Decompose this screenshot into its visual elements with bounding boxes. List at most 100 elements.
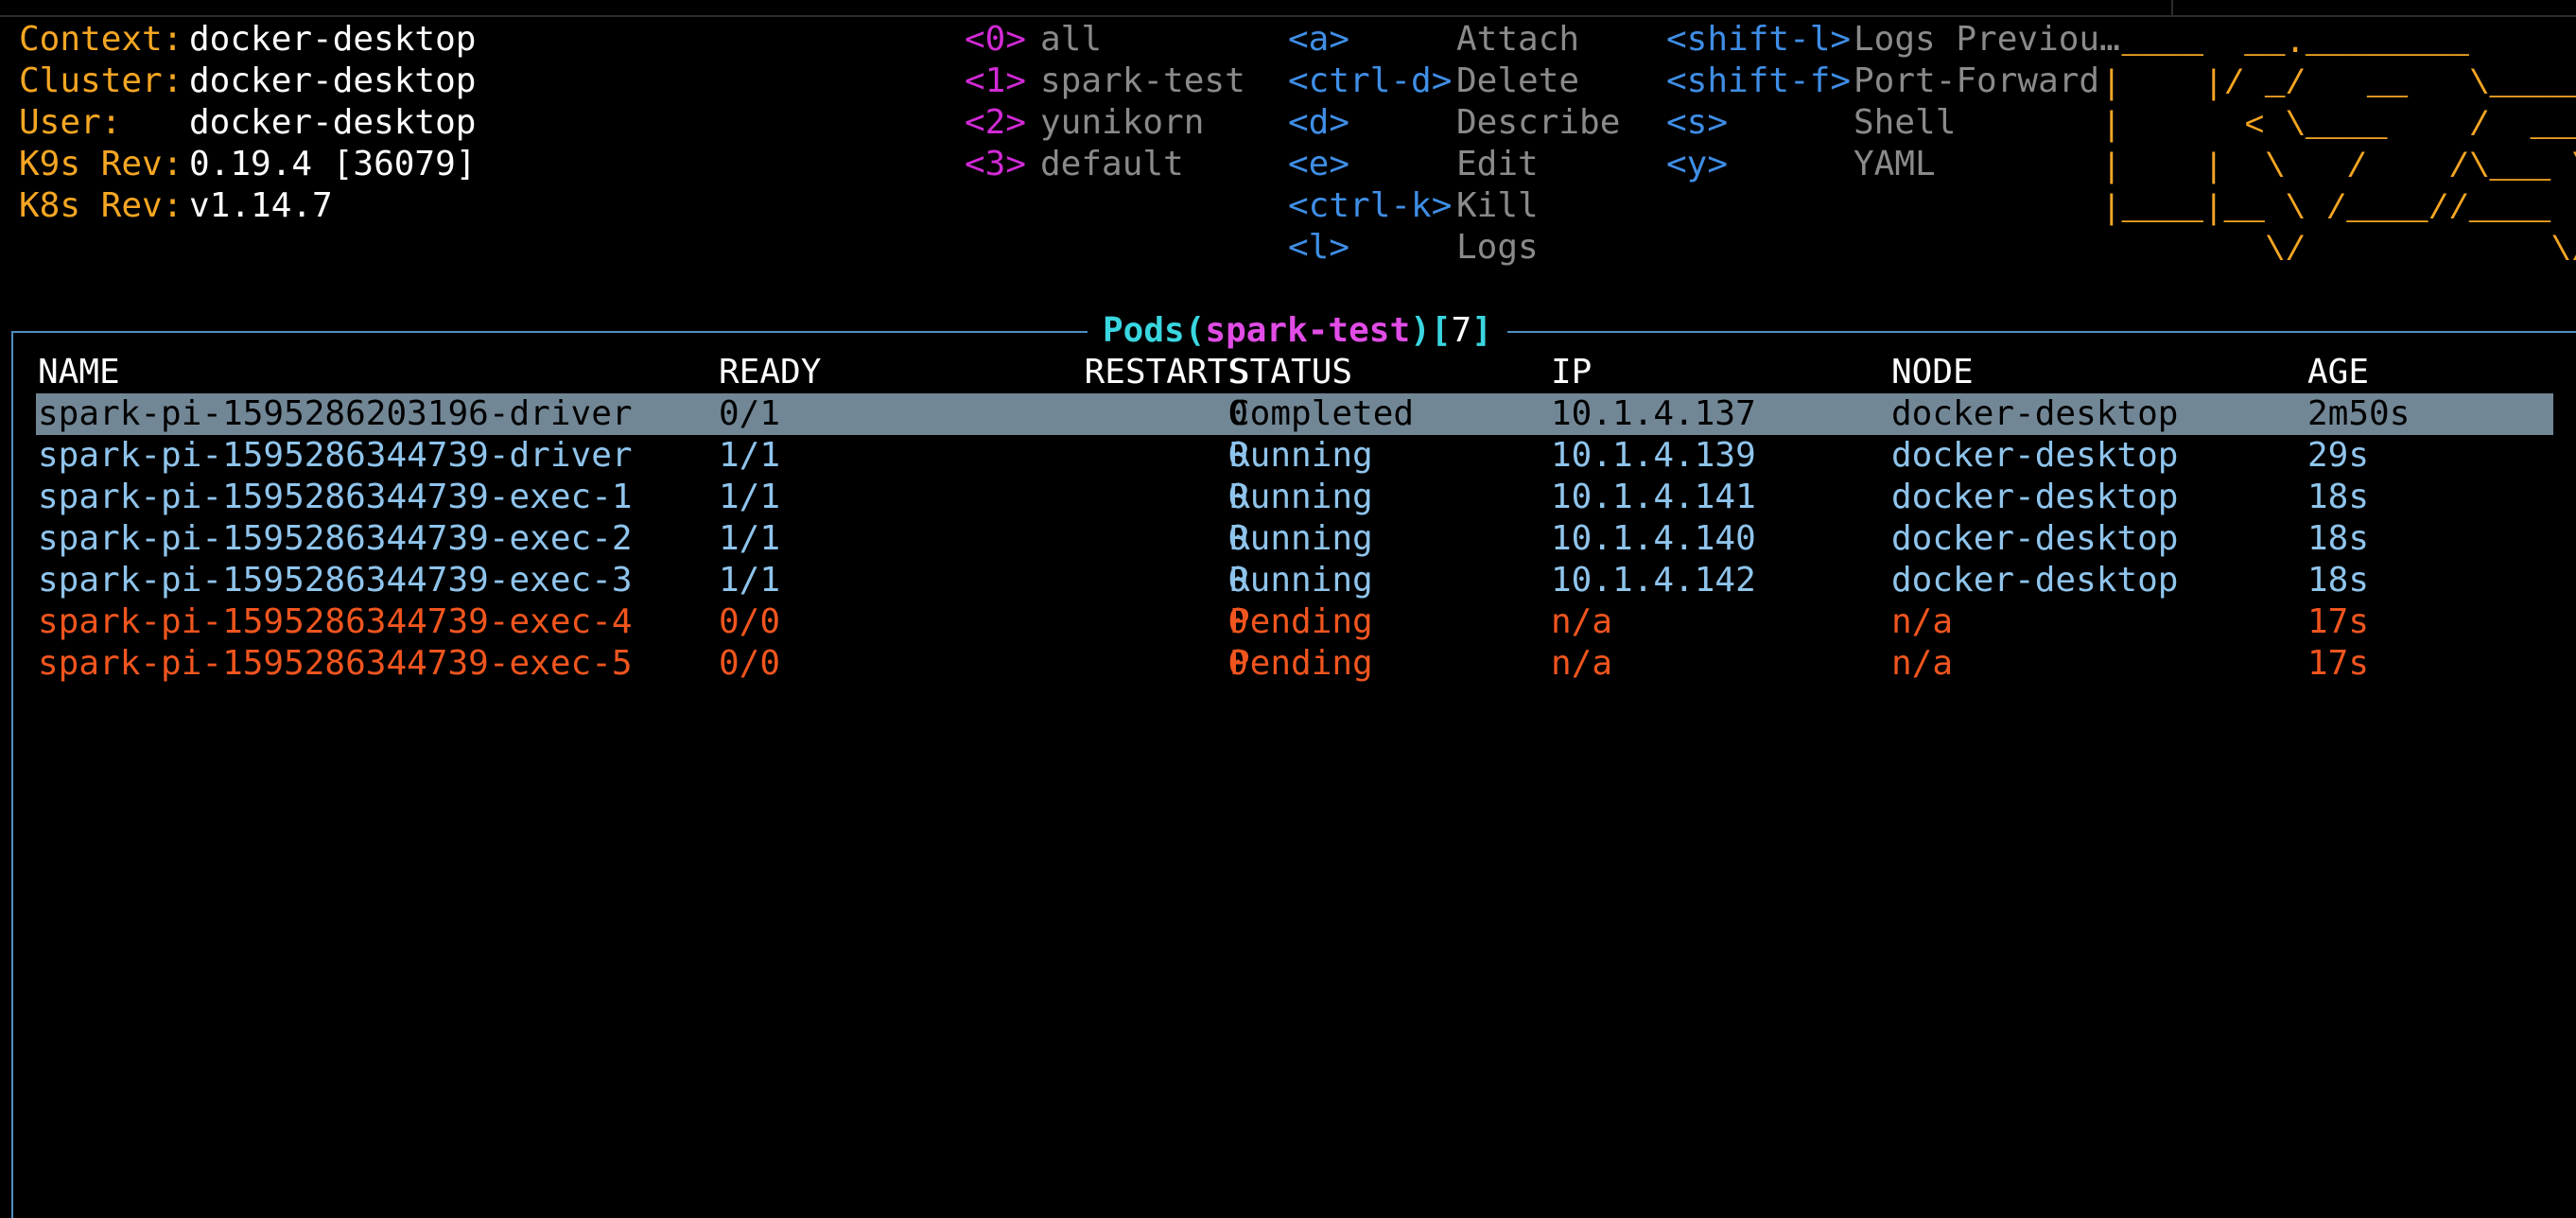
- pod-status: Running: [1229, 478, 1373, 516]
- table-row[interactable]: spark-pi-1595286344739-exec-4 0/0 0 Pending…: [36, 601, 2553, 643]
- pod-age: 29s: [2307, 436, 2370, 475]
- pod-name: spark-pi-1595286344739-driver: [38, 436, 633, 475]
- command-label[interactable]: YAML: [1854, 144, 1936, 185]
- column-header-status[interactable]: STATUS: [1229, 352, 1352, 393]
- panel-title-close-bracket: ]: [1471, 311, 1492, 350]
- command-label[interactable]: Delete: [1456, 61, 1579, 102]
- pod-node: docker-desktop: [1891, 436, 2179, 475]
- pod-restarts: 0: [1227, 436, 1248, 475]
- pod-ip: 10.1.4.141: [1551, 478, 1756, 516]
- cluster-info-value: v1.14.7: [189, 186, 333, 225]
- cluster-info-label: Cluster:: [19, 61, 183, 100]
- command-hotkey[interactable]: <ctrl-d>: [1288, 61, 1452, 102]
- namespace-hotkey[interactable]: <1>: [965, 61, 1026, 102]
- command-hotkey[interactable]: <e>: [1288, 144, 1349, 185]
- pod-name: spark-pi-1595286344739-exec-3: [38, 561, 633, 600]
- namespace-option[interactable]: all: [1040, 19, 1102, 61]
- cluster-info-label: K8s Rev:: [19, 186, 183, 225]
- namespace-hotkey[interactable]: <3>: [965, 144, 1026, 185]
- command-label[interactable]: Port-Forward: [1854, 61, 2099, 102]
- command-label[interactable]: Kill: [1456, 185, 1539, 227]
- cluster-info-value: docker-desktop: [189, 20, 477, 59]
- window-top-border-right: [2171, 0, 2576, 17]
- command-label[interactable]: Logs: [1456, 227, 1539, 269]
- pod-ready: 1/1: [719, 519, 781, 558]
- command-hotkey[interactable]: <d>: [1288, 102, 1349, 144]
- pod-age: 18s: [2307, 561, 2370, 600]
- pod-age: 17s: [2307, 602, 2370, 641]
- pod-node: docker-desktop: [1891, 478, 2179, 516]
- panel-title-open-paren: (: [1184, 311, 1206, 350]
- pod-restarts: 0: [1227, 561, 1248, 600]
- cluster-info-value: docker-desktop: [189, 103, 477, 142]
- pod-status: Running: [1229, 436, 1373, 475]
- pod-status: Running: [1229, 519, 1373, 558]
- namespace-option[interactable]: yunikorn: [1040, 102, 1204, 144]
- pod-name: spark-pi-1595286344739-exec-1: [38, 478, 633, 516]
- panel-title-count: 7: [1451, 311, 1472, 350]
- pod-age: 2m50s: [2307, 394, 2411, 433]
- command-label[interactable]: Shell: [1854, 102, 1956, 144]
- table-row[interactable]: spark-pi-1595286203196-driver 0/1 0 Complet…: [36, 393, 2553, 435]
- command-hotkey[interactable]: <shift-f>: [1666, 61, 1851, 102]
- pod-age: 18s: [2307, 519, 2370, 558]
- column-header-name[interactable]: NAME: [38, 352, 120, 393]
- table-row[interactable]: spark-pi-1595286344739-exec-3 1/1 0 Running…: [36, 560, 2553, 601]
- column-header-node[interactable]: NODE: [1891, 352, 1974, 393]
- pod-ip: 10.1.4.137: [1551, 394, 1756, 433]
- pod-node: docker-desktop: [1891, 519, 2179, 558]
- pod-name: spark-pi-1595286203196-driver: [38, 394, 633, 433]
- command-hotkey[interactable]: <s>: [1666, 102, 1728, 144]
- pod-name: spark-pi-1595286344739-exec-5: [38, 644, 633, 683]
- pod-ready: 0/0: [719, 644, 781, 683]
- cluster-info-label: Context:: [19, 20, 183, 59]
- pod-ready: 0/0: [719, 602, 781, 641]
- pod-node: n/a: [1891, 644, 1954, 683]
- namespace-option[interactable]: default: [1040, 144, 1184, 185]
- column-header-restarts[interactable]: RESTARTS: [1059, 352, 1248, 393]
- table-row[interactable]: spark-pi-1595286344739-exec-1 1/1 0 Running…: [36, 477, 2553, 518]
- pod-ip: n/a: [1551, 602, 1613, 641]
- pod-ip: n/a: [1551, 644, 1613, 683]
- pod-ready: 0/1: [719, 394, 781, 433]
- panel-title-close-paren: ): [1410, 311, 1431, 350]
- k9s-logo: ____ __.________ | |/ _/ __ \______ | < …: [2101, 24, 2576, 270]
- command-label[interactable]: Attach: [1456, 19, 1579, 61]
- table-row[interactable]: spark-pi-1595286344739-driver 1/1 0 Running…: [36, 435, 2553, 477]
- command-hotkey[interactable]: <l>: [1288, 227, 1349, 269]
- pod-ip: 10.1.4.140: [1551, 519, 1756, 558]
- pod-ip: 10.1.4.139: [1551, 436, 1756, 475]
- cluster-info-value: docker-desktop: [189, 61, 477, 100]
- column-header-ready[interactable]: READY: [719, 352, 821, 393]
- pod-node: n/a: [1891, 602, 1954, 641]
- table-row[interactable]: spark-pi-1595286344739-exec-5 0/0 0 Pending…: [36, 643, 2553, 685]
- pod-status: Pending: [1229, 602, 1373, 641]
- pod-ready: 1/1: [719, 478, 781, 516]
- pod-restarts: 0: [1227, 519, 1248, 558]
- pod-node: docker-desktop: [1891, 394, 2179, 433]
- pod-restarts: 0: [1227, 478, 1248, 516]
- table-row[interactable]: spark-pi-1595286344739-exec-2 1/1 0 Running…: [36, 518, 2553, 560]
- pod-restarts: 0: [1227, 394, 1248, 433]
- command-hotkey[interactable]: <a>: [1288, 19, 1349, 61]
- command-hotkey[interactable]: <y>: [1666, 144, 1728, 185]
- pod-status: Running: [1229, 561, 1373, 600]
- window-top-border: [0, 0, 2171, 17]
- command-label[interactable]: Edit: [1456, 144, 1539, 185]
- command-label[interactable]: Logs Previou…: [1854, 19, 2120, 61]
- namespace-option[interactable]: spark-test: [1040, 61, 1245, 102]
- pod-name: spark-pi-1595286344739-exec-4: [38, 602, 633, 641]
- pod-ready: 1/1: [719, 436, 781, 475]
- cluster-info-value: 0.19.4 [36079]: [189, 145, 477, 183]
- column-header-ip[interactable]: IP: [1551, 352, 1592, 393]
- command-hotkey[interactable]: <shift-l>: [1666, 19, 1851, 61]
- column-header-age[interactable]: AGE: [2307, 352, 2369, 393]
- command-label[interactable]: Describe: [1456, 102, 1620, 144]
- pod-age: 17s: [2307, 644, 2370, 683]
- namespace-hotkey[interactable]: <2>: [965, 102, 1026, 144]
- pod-age: 18s: [2307, 478, 2370, 516]
- command-hotkey[interactable]: <ctrl-k>: [1288, 185, 1452, 227]
- pod-restarts: 0: [1227, 602, 1248, 641]
- cluster-info-label: K9s Rev:: [19, 145, 183, 183]
- namespace-hotkey[interactable]: <0>: [965, 19, 1026, 61]
